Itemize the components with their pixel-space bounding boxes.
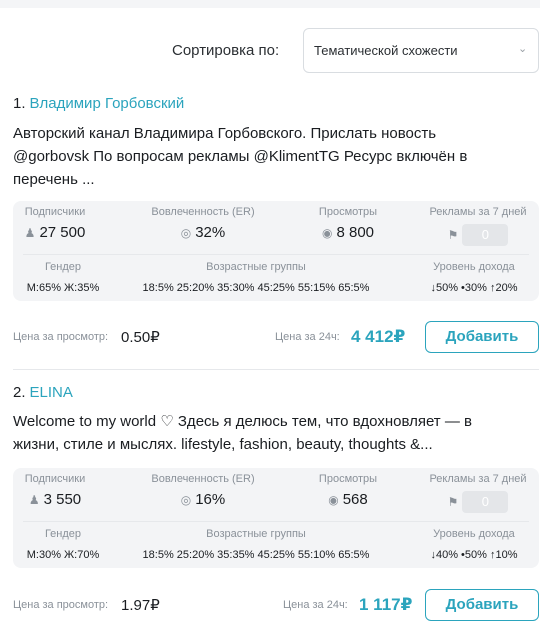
sort-select-value: Тематической схожести: [314, 43, 458, 58]
gender-value: М:65% Ж:35%: [26, 282, 100, 294]
gender-value: М:30% Ж:70%: [26, 549, 100, 561]
channel-title: 2. ELINA: [13, 384, 73, 401]
channel-title: 1. Владимир Горбовский: [13, 95, 184, 112]
channel-name-link[interactable]: ELINA: [30, 384, 73, 401]
views-value: 568: [342, 491, 368, 508]
views-value: 8 800: [336, 224, 375, 241]
add-button[interactable]: Добавить: [425, 321, 539, 353]
er-stat: Вовлеченность (ER) ◎ 16%: [133, 473, 273, 508]
price-24h-label: Цена за 24ч:: [283, 599, 348, 611]
er-stat: Вовлеченность (ER) ◎ 32%: [133, 206, 273, 241]
gender-label: Гендер: [44, 261, 82, 273]
ads-stat: Рекламы за 7 дней ⚑ 0: [419, 473, 537, 513]
sort-row: Сортировка по: Тематической схожести ⌄: [0, 28, 540, 74]
subscribers-stat: Подписчики ♟ 3 550: [13, 473, 97, 508]
views-stat: Просмотры ◉ 8 800: [293, 206, 403, 241]
income-stat: Уровень дохода ↓40% •50% ↑10%: [411, 528, 537, 561]
age-stat: Возрастные группы 18:5% 25:20% 35:30% 45…: [121, 261, 391, 294]
sort-select[interactable]: Тематической схожести ⌄: [303, 28, 539, 73]
views-stat: Просмотры ◉ 568: [293, 473, 403, 508]
eye-icon: ◉: [328, 492, 339, 507]
person-icon: ♟: [28, 492, 40, 507]
er-label: Вовлеченность (ER): [151, 206, 255, 218]
stats-panel: Подписчики ♟ 3 550 Вовлеченность (ER) ◎ 16…: [13, 468, 539, 568]
er-value: 32%: [195, 224, 226, 241]
er-circle-icon: ◎: [180, 225, 192, 240]
tag-icon: ⚑: [447, 228, 459, 242]
add-button[interactable]: Добавить: [425, 589, 539, 621]
top-strip: [0, 0, 540, 8]
ads-label: Рекламы за 7 дней: [429, 206, 527, 218]
price-24h-value: 1 117₽: [359, 595, 413, 614]
gender-stat: Гендер М:65% Ж:35%: [13, 261, 113, 294]
age-value: 18:5% 25:20% 35:35% 45:25% 55:10% 65:5%: [142, 549, 370, 561]
ads-stat: Рекламы за 7 дней ⚑ 0: [419, 206, 537, 246]
subscribers-label: Подписчики: [24, 473, 86, 485]
views-label: Просмотры: [318, 473, 378, 485]
channel-number: 2.: [13, 384, 26, 401]
subscribers-label: Подписчики: [24, 206, 86, 218]
income-label: Уровень дохода: [433, 528, 515, 540]
channel-description: Авторский канал Владимира Горбовского. П…: [13, 125, 468, 188]
age-label: Возрастные группы: [206, 261, 306, 273]
stats-divider: [23, 521, 529, 522]
age-value: 18:5% 25:20% 35:30% 45:25% 55:15% 65:5%: [142, 282, 370, 294]
income-value: ↓40% •50% ↑10%: [430, 549, 518, 561]
channel-number: 1.: [13, 95, 26, 112]
price-24h-label: Цена за 24ч:: [275, 331, 340, 343]
person-icon: ♟: [24, 225, 36, 240]
er-value: 16%: [195, 491, 226, 508]
price-row: Цена за просмотр: 0.50₽ Цена за 24ч: 4 4…: [0, 321, 540, 353]
stats-divider: [23, 254, 529, 255]
ads-label: Рекламы за 7 дней: [429, 473, 527, 485]
channel-description: Welcome to my world ♡ Здесь я делюсь тем…: [13, 413, 472, 453]
er-label: Вовлеченность (ER): [151, 473, 255, 485]
tag-icon: ⚑: [447, 495, 459, 509]
gender-label: Гендер: [44, 528, 82, 540]
age-stat: Возрастные группы 18:5% 25:20% 35:35% 45…: [121, 528, 391, 561]
chevron-down-icon: ⌄: [518, 43, 528, 55]
subscribers-value: 3 550: [43, 491, 82, 508]
income-stat: Уровень дохода ↓50% •30% ↑20%: [411, 261, 537, 294]
ads-value: 0: [462, 224, 509, 246]
price-row: Цена за просмотр: 1.97₽ Цена за 24ч: 1 1…: [0, 589, 540, 621]
subscribers-stat: Подписчики ♟ 27 500: [13, 206, 97, 241]
card-divider: [13, 369, 539, 370]
views-label: Просмотры: [318, 206, 378, 218]
ads-value: 0: [462, 491, 509, 513]
price-24h-value: 4 412₽: [351, 327, 406, 346]
income-value: ↓50% •30% ↑20%: [430, 282, 518, 294]
price-per-view-value: 0.50₽: [121, 329, 160, 346]
channel-name-link[interactable]: Владимир Горбовский: [30, 95, 185, 112]
eye-icon: ◉: [321, 225, 333, 240]
price-per-view-label: Цена за просмотр:: [13, 599, 109, 611]
er-circle-icon: ◎: [180, 492, 192, 507]
age-label: Возрастные группы: [206, 528, 306, 540]
price-per-view-value: 1.97₽: [121, 597, 160, 614]
income-label: Уровень дохода: [433, 261, 515, 273]
price-per-view-label: Цена за просмотр:: [13, 331, 109, 343]
gender-stat: Гендер М:30% Ж:70%: [13, 528, 113, 561]
stats-panel: Подписчики ♟ 27 500 Вовлеченность (ER) ◎ 3…: [13, 201, 539, 301]
subscribers-value: 27 500: [39, 224, 86, 241]
sort-label: Сортировка по:: [172, 42, 280, 59]
